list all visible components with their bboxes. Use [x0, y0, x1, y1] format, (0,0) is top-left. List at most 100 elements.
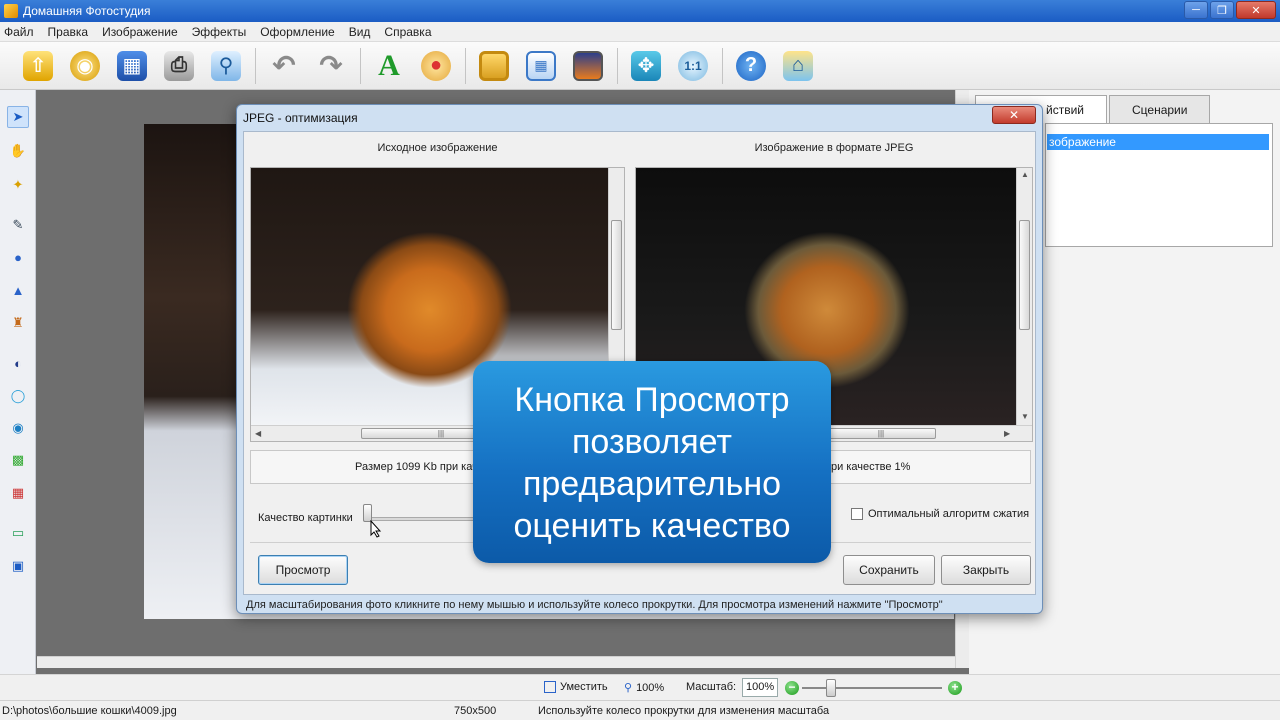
close-dialog-button[interactable]: Закрыть — [941, 555, 1031, 585]
palette-icon: ● — [421, 50, 451, 81]
tool-strip: ➤ ✋ ✦ ✎ ● ▲ ♜ ◐ ◯ ◉ ▩ ▦ ▭ ▣ — [0, 90, 36, 680]
dialog-close-button[interactable]: ✕ — [992, 106, 1036, 124]
mouse-cursor-icon — [370, 520, 382, 538]
fit-to-window-control[interactable]: Уместить — [544, 681, 608, 693]
menu-help[interactable]: Справка — [384, 25, 431, 39]
original-size-text: Размер 1099 Kb при каче — [355, 461, 484, 473]
zoom-slider-thumb[interactable] — [826, 679, 836, 697]
menu-view[interactable]: Вид — [349, 25, 371, 39]
undo-icon: ↶ — [272, 50, 296, 81]
printer-icon: ⎙ — [164, 50, 194, 81]
fit-icon — [544, 681, 556, 693]
eye-tool[interactable]: ◉ — [7, 417, 29, 439]
picture-frame-icon — [479, 50, 509, 81]
save-button[interactable]: ▦ — [112, 46, 152, 86]
drop-tool[interactable]: ● — [7, 246, 29, 268]
dialog-status-text: Для масштабирования фото кликните по нем… — [246, 599, 943, 611]
callout-line-4: оценить качество — [513, 507, 791, 545]
optimal-compression-label: Оптимальный алгоритм сжатия — [868, 508, 1030, 520]
file-path: D:\photos\большие кошки\4009.jpg — [2, 705, 177, 717]
original-image-label: Исходное изображение — [377, 142, 498, 154]
fit-screen-button[interactable]: ✥ — [626, 46, 666, 86]
open-folder-icon: ⇧ — [23, 50, 53, 81]
jpeg-vscroll[interactable]: ▲ ▼ — [1016, 168, 1032, 426]
magnifier-icon: ⚲ — [624, 682, 633, 694]
frame-button[interactable] — [474, 46, 514, 86]
menu-image[interactable]: Изображение — [102, 25, 178, 39]
actual-size-control[interactable]: ⚲ 100% — [624, 681, 665, 695]
optimal-compression-checkbox[interactable] — [851, 508, 863, 520]
crop-tool[interactable]: ▣ — [7, 555, 29, 577]
preview-callout: Кнопка Просмотр позволяет предварительно… — [473, 361, 831, 563]
app-icon — [4, 4, 18, 18]
callout-line-3: предварительно — [522, 465, 782, 503]
magic-wand-tool[interactable]: ✦ — [7, 174, 29, 196]
home-button[interactable]: ⌂ — [778, 46, 818, 86]
film-reel-icon: ◉ — [70, 50, 100, 81]
callout-line-2: позволяет — [572, 423, 732, 461]
brush-tool[interactable]: ✎ — [7, 214, 29, 236]
sharpen-tool[interactable]: ▲ — [7, 279, 29, 301]
optimal-compression-option[interactable]: Оптимальный алгоритм сжатия — [851, 508, 1029, 520]
zoom-bar: Уместить ⚲ 100% Масштаб: 100% − + — [0, 674, 1280, 700]
zoom-out-icon[interactable]: − — [785, 681, 799, 695]
help-button[interactable]: ? — [731, 46, 771, 86]
zoom-in-icon[interactable]: + — [948, 681, 962, 695]
red-eye-tool[interactable]: ◯ — [7, 385, 29, 407]
colors-tool[interactable]: ▦ — [7, 482, 29, 504]
menu-edit[interactable]: Правка — [48, 25, 89, 39]
canvas-hscroll[interactable] — [37, 656, 955, 668]
maximize-button[interactable]: ❐ — [1210, 1, 1234, 19]
scale-input[interactable]: 100% — [742, 678, 778, 697]
window-title: Домашняя Фотостудия — [23, 4, 151, 18]
text-button[interactable]: A — [369, 46, 409, 86]
print-preview-button[interactable]: ⚲ — [206, 46, 246, 86]
close-window-button[interactable]: ✕ — [1236, 1, 1276, 19]
undo-button[interactable]: ↶ — [264, 46, 304, 86]
house-icon: ⌂ — [783, 50, 813, 81]
menu-effects[interactable]: Эффекты — [192, 25, 247, 39]
actions-list: зображение — [1045, 123, 1273, 247]
palette-button[interactable]: ● — [416, 46, 456, 86]
print-button[interactable]: ⎙ — [159, 46, 199, 86]
calendar-button[interactable]: ▦ — [521, 46, 561, 86]
preview-icon: ⚲ — [211, 50, 241, 81]
floppy-icon: ▦ — [117, 50, 147, 81]
eraser-tool[interactable]: ▭ — [7, 522, 29, 544]
gallery-button[interactable]: ◉ — [65, 46, 105, 86]
jpeg-image-label: Изображение в формате JPEG — [754, 142, 914, 154]
fit-screen-icon: ✥ — [631, 50, 661, 81]
actual-size-button[interactable]: 1:1 — [673, 46, 713, 86]
tab-scenarios[interactable]: Сценарии — [1108, 95, 1211, 123]
zoom-1to1-icon: 1:1 — [678, 50, 708, 81]
zoom-slider-track[interactable] — [802, 687, 942, 689]
contrast-tool[interactable]: ◐ — [7, 352, 29, 374]
minimize-button[interactable]: ─ — [1184, 1, 1208, 19]
callout-line-1: Кнопка Просмотр — [514, 381, 790, 419]
jpeg-size-text: ри качестве 1% — [831, 461, 911, 473]
select-tool[interactable]: ➤ — [7, 106, 29, 128]
preview-button[interactable]: Просмотр — [258, 555, 348, 585]
redo-button[interactable]: ↷ — [311, 46, 351, 86]
status-hint: Используйте колесо прокрутки для изменен… — [538, 705, 830, 717]
dialog-title: JPEG - оптимизация — [243, 111, 358, 125]
collage-button[interactable] — [568, 46, 608, 86]
stamp-tool[interactable]: ♜ — [7, 312, 29, 334]
help-icon: ? — [736, 50, 766, 81]
hundred-label: 100% — [636, 681, 665, 694]
menu-file[interactable]: Файл — [4, 25, 34, 39]
levels-tool[interactable]: ▩ — [7, 449, 29, 471]
collage-icon — [573, 50, 603, 81]
save-dialog-button[interactable]: Сохранить — [843, 555, 935, 585]
menu-design[interactable]: Оформление — [260, 25, 334, 39]
list-item[interactable]: зображение — [1047, 134, 1269, 150]
fit-label: Уместить — [560, 681, 608, 693]
open-button[interactable]: ⇧ — [18, 46, 58, 86]
hand-tool[interactable]: ✋ — [7, 140, 29, 162]
title-bar: Домашняя Фотостудия ─ ❐ ✕ — [0, 0, 1280, 22]
scale-label: Масштаб: — [686, 681, 737, 693]
menu-bar: Файл Правка Изображение Эффекты Оформлен… — [0, 22, 1280, 42]
quality-label: Качество картинки — [258, 512, 353, 524]
calendar-icon: ▦ — [526, 50, 556, 81]
image-dimensions: 750x500 — [454, 705, 497, 717]
